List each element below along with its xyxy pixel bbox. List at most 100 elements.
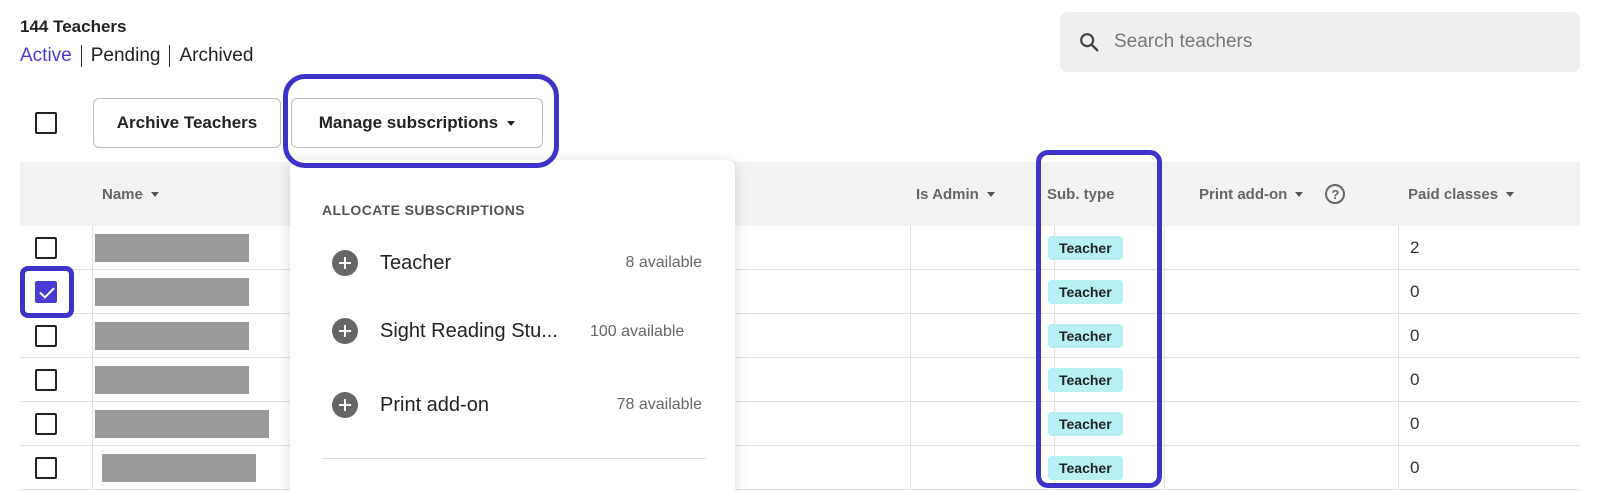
table-row[interactable]: Teacher 0: [20, 446, 1580, 490]
sort-caret-icon: [1295, 191, 1304, 197]
column-divider: [910, 226, 911, 270]
column-divider: [1398, 270, 1399, 314]
filter-archived[interactable]: Archived: [179, 45, 253, 67]
manage-subscriptions-button[interactable]: Manage subscriptions: [291, 98, 543, 148]
column-label: Name: [102, 185, 143, 203]
dropdown-divider: [322, 458, 706, 459]
help-circle-icon[interactable]: ?: [1325, 184, 1346, 204]
sort-caret-icon: [1506, 191, 1515, 197]
table-row[interactable]: Teacher 0: [20, 358, 1580, 402]
plus-circle-icon: [332, 250, 358, 276]
dropdown-item-available: 100 available: [590, 322, 685, 340]
column-divider: [1398, 402, 1399, 446]
row-checkbox[interactable]: [35, 369, 57, 391]
dropdown-item-available: 8 available: [625, 254, 703, 271]
column-header-is-admin[interactable]: Is Admin: [916, 162, 995, 226]
column-divider: [1398, 226, 1399, 270]
paid-classes-value: 0: [1410, 458, 1420, 477]
redacted-name: [95, 278, 249, 306]
paid-classes-value: 2: [1410, 238, 1420, 257]
paid-classes-value: 0: [1410, 414, 1420, 433]
sub-type-badge: Teacher: [1048, 324, 1123, 348]
redacted-name: [95, 366, 249, 394]
column-label: Print add-on: [1199, 185, 1288, 203]
search-icon: [1080, 33, 1099, 52]
column-divider: [910, 446, 911, 490]
sort-caret-icon: [150, 191, 159, 197]
dropdown-title: ALLOCATE SUBSCRIPTIONS: [322, 202, 525, 218]
row-checkbox[interactable]: [35, 413, 57, 435]
column-divider: [92, 358, 93, 402]
manage-subscriptions-label: Manage subscriptions: [318, 113, 499, 132]
sub-type-badge: Teacher: [1048, 456, 1123, 480]
column-divider: [1398, 358, 1399, 402]
table-header: Name Is Admin Sub. type Print add-on ? P…: [20, 162, 1580, 226]
column-divider: [1164, 402, 1165, 446]
column-divider: [910, 358, 911, 402]
manage-subscriptions-dropdown: ALLOCATE SUBSCRIPTIONS Teacher 8 availab…: [290, 160, 735, 491]
table-row[interactable]: Teacher 0: [20, 402, 1580, 446]
row-checkbox[interactable]: [35, 325, 57, 347]
column-divider: [910, 402, 911, 446]
redacted-name: [95, 410, 269, 438]
column-divider: [1398, 446, 1399, 490]
column-header-print-addon[interactable]: Print add-on ?: [1199, 162, 1346, 226]
search-box[interactable]: [1060, 12, 1580, 72]
dropdown-item-teacher[interactable]: Teacher 8 available: [332, 250, 702, 276]
column-divider: [92, 446, 93, 490]
dropdown-item-print-addon[interactable]: Print add-on 78 available: [332, 392, 702, 418]
column-divider: [1164, 358, 1165, 402]
redacted-name: [95, 234, 249, 262]
column-label: Sub. type: [1047, 185, 1115, 203]
column-divider: [92, 402, 93, 446]
column-divider: [92, 270, 93, 314]
column-header-paid-classes[interactable]: Paid classes: [1408, 162, 1515, 226]
redacted-name: [102, 454, 256, 482]
table-row[interactable]: Teacher 0: [20, 270, 1580, 314]
row-checkbox[interactable]: [35, 457, 57, 479]
sub-type-badge: Teacher: [1048, 368, 1123, 392]
column-label: Paid classes: [1408, 185, 1499, 203]
sort-caret-icon: [986, 191, 995, 197]
filter-pending[interactable]: Pending: [91, 45, 161, 67]
dropdown-item-label: Print add-on: [380, 393, 489, 416]
column-header-name[interactable]: Name: [102, 162, 159, 226]
column-divider: [910, 270, 911, 314]
row-checkbox-checked[interactable]: [35, 281, 57, 303]
status-filters: Active Pending Archived: [20, 45, 253, 67]
sub-type-badge: Teacher: [1048, 236, 1123, 260]
table-row[interactable]: Teacher 0: [20, 314, 1580, 358]
paid-classes-value: 0: [1410, 370, 1420, 389]
column-divider: [1164, 270, 1165, 314]
row-checkbox[interactable]: [35, 237, 57, 259]
sub-type-badge: Teacher: [1048, 280, 1123, 304]
plus-circle-icon: [332, 318, 358, 344]
caret-down-icon: [507, 120, 516, 126]
filter-separator: [169, 45, 171, 67]
filter-active[interactable]: Active: [20, 45, 72, 67]
dropdown-item-available: 78 available: [616, 396, 702, 413]
column-label: Is Admin: [916, 185, 979, 203]
select-all-checkbox[interactable]: [35, 112, 57, 134]
column-divider: [910, 314, 911, 358]
table-row[interactable]: Teacher 2: [20, 226, 1580, 270]
archive-teachers-button[interactable]: Archive Teachers: [93, 98, 281, 148]
dropdown-item-sight-reading[interactable]: Sight Reading Stu... 100 available: [332, 318, 702, 344]
column-divider: [92, 226, 93, 270]
sub-type-badge: Teacher: [1048, 412, 1123, 436]
paid-classes-value: 0: [1410, 282, 1420, 301]
plus-circle-icon: [332, 392, 358, 418]
column-divider: [1398, 314, 1399, 358]
paid-classes-value: 0: [1410, 326, 1420, 345]
archive-teachers-label: Archive Teachers: [116, 113, 258, 132]
column-divider: [1164, 446, 1165, 490]
redacted-name: [95, 322, 249, 350]
search-input[interactable]: [1114, 31, 1554, 53]
column-divider: [1164, 226, 1165, 270]
dropdown-item-label: Sight Reading Stu...: [380, 319, 558, 342]
column-header-sub-type[interactable]: Sub. type: [1047, 162, 1115, 226]
dropdown-item-label: Teacher: [380, 251, 452, 274]
column-divider: [92, 314, 93, 358]
teacher-count-title: 144 Teachers: [20, 17, 127, 36]
filter-separator: [80, 45, 82, 67]
